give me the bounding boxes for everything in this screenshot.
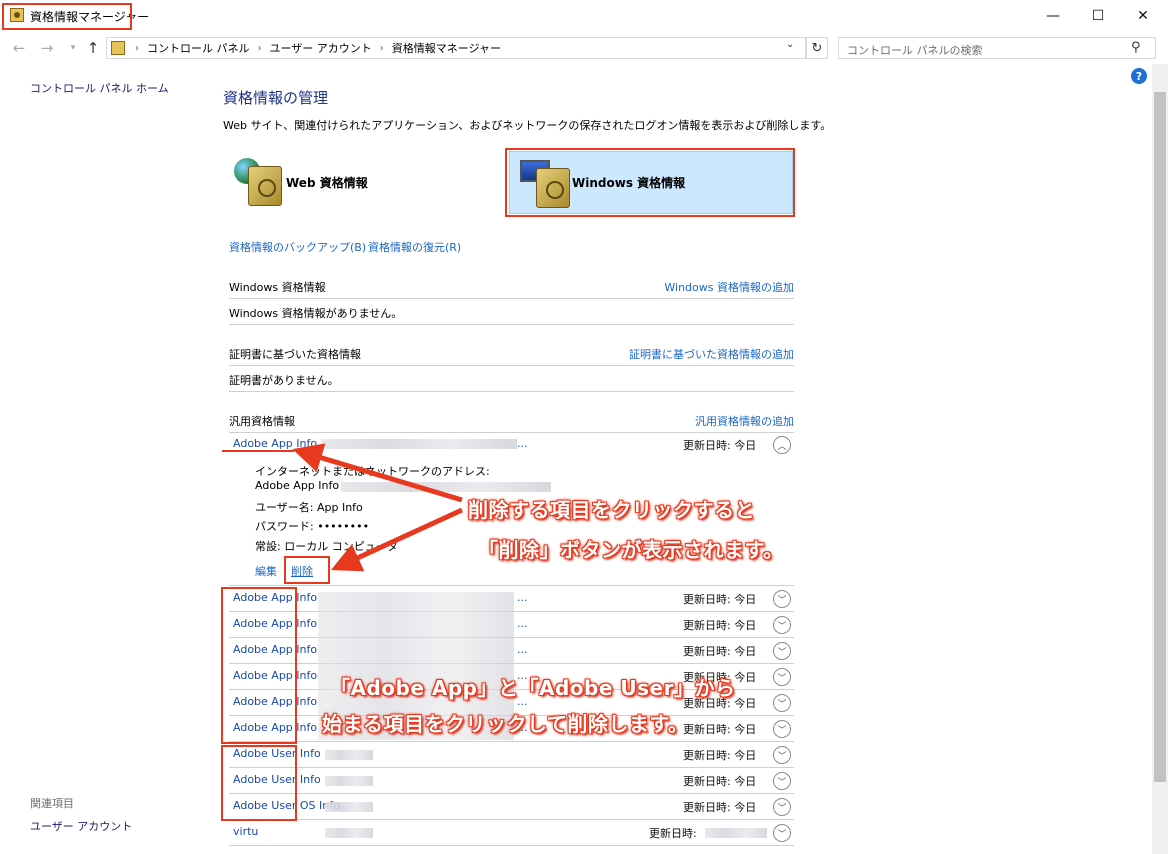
annotation-text-2b: 始まる項目をクリックして削除します。 [322, 712, 689, 736]
annotation-text-1a: 削除する項目をクリックすると [468, 498, 755, 522]
annotation-text-1b: 「削除」ボタンが表示されます。 [478, 538, 784, 562]
arrow-to-delete [330, 507, 464, 572]
annotation-text-2a: 「Adobe App」と「Adobe User」から [330, 676, 736, 700]
arrow-to-item [292, 443, 463, 503]
